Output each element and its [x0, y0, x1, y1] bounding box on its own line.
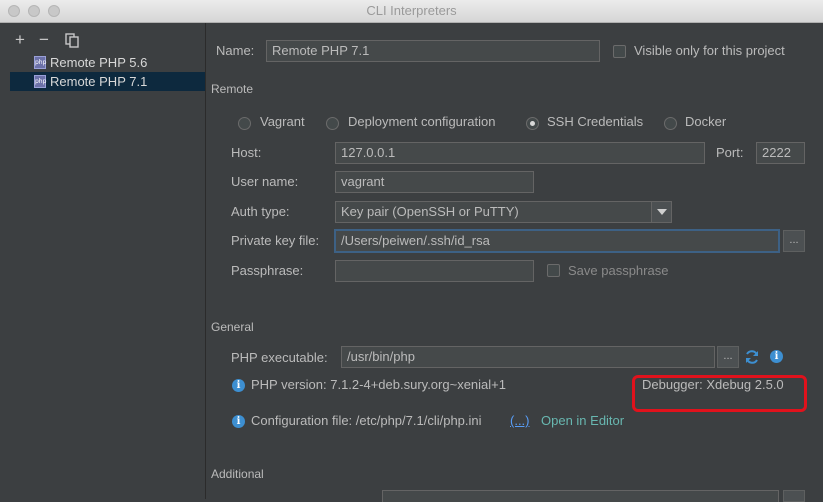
php-info-icon[interactable]: i [770, 350, 783, 363]
radio-vagrant[interactable] [238, 117, 251, 130]
additional-section-title: Additional [211, 467, 264, 481]
radio-deployment-label: Deployment configuration [348, 114, 496, 129]
copy-interpreter-button[interactable] [65, 33, 79, 52]
radio-docker[interactable] [664, 117, 677, 130]
php-executable-label: PHP executable: [231, 350, 328, 365]
host-label: Host: [231, 145, 262, 160]
general-section-title: General [211, 320, 254, 334]
add-interpreter-button[interactable]: + [15, 31, 25, 49]
name-label: Name: [216, 43, 255, 58]
chevron-down-icon [651, 202, 671, 222]
tree-item-label: Remote PHP 5.6 [50, 55, 148, 70]
refresh-icon[interactable] [744, 349, 760, 368]
title-bar: CLI Interpreters [0, 0, 823, 23]
port-label: Port: [716, 145, 744, 160]
additional-browse-button[interactable] [783, 490, 805, 502]
config-info-icon: i [232, 415, 245, 428]
php-icon: php [34, 75, 46, 88]
username-field[interactable]: vagrant [335, 171, 534, 193]
open-in-editor-link[interactable]: Open in Editor [541, 413, 624, 428]
debugger-highlight-box [632, 375, 807, 412]
save-passphrase-checkbox[interactable] [547, 264, 560, 277]
visible-only-checkbox[interactable] [613, 45, 626, 58]
config-more-link[interactable]: (...) [510, 413, 530, 428]
private-key-label: Private key file: [231, 233, 320, 248]
radio-ssh-credentials[interactable] [526, 117, 539, 130]
passphrase-field[interactable] [335, 260, 534, 282]
save-passphrase-label: Save passphrase [568, 263, 669, 278]
copy-icon [65, 33, 79, 48]
auth-type-label: Auth type: [231, 204, 290, 219]
config-file-text: Configuration file: /etc/php/7.1/cli/php… [251, 413, 482, 428]
browse-php-button[interactable]: ... [717, 346, 739, 368]
private-key-field[interactable]: /Users/peiwen/.ssh/id_rsa [335, 230, 779, 252]
php-icon: php [34, 56, 46, 69]
auth-type-value: Key pair (OpenSSH or PuTTY) [341, 204, 519, 219]
name-field[interactable]: Remote PHP 7.1 [266, 40, 600, 62]
visible-only-label: Visible only for this project [634, 43, 785, 58]
host-field[interactable]: 127.0.0.1 [335, 142, 705, 164]
php-executable-field[interactable]: /usr/bin/php [341, 346, 715, 368]
radio-vagrant-label: Vagrant [260, 114, 305, 129]
tree-item-remote-php-71[interactable]: php Remote PHP 7.1 [10, 72, 205, 91]
additional-field[interactable] [382, 490, 779, 502]
radio-deployment[interactable] [326, 117, 339, 130]
tree-item-remote-php-56[interactable]: php Remote PHP 5.6 [10, 53, 205, 72]
auth-type-select[interactable]: Key pair (OpenSSH or PuTTY) [335, 201, 672, 223]
php-version-text: PHP version: 7.1.2-4+deb.sury.org~xenial… [251, 377, 506, 392]
passphrase-label: Passphrase: [231, 263, 304, 278]
interpreter-list-panel: + − php Remote PHP 5.6 php Remote PHP 7.… [0, 23, 206, 499]
remove-interpreter-button[interactable]: − [39, 31, 49, 49]
window-title: CLI Interpreters [366, 3, 457, 18]
port-field[interactable]: 2222 [756, 142, 805, 164]
version-info-icon: i [232, 379, 245, 392]
tree-item-label: Remote PHP 7.1 [50, 74, 148, 89]
username-label: User name: [231, 174, 299, 189]
radio-ssh-label: SSH Credentials [547, 114, 644, 129]
remote-section-title: Remote [211, 82, 254, 96]
browse-key-button[interactable]: ... [783, 230, 805, 252]
radio-docker-label: Docker [685, 114, 727, 129]
